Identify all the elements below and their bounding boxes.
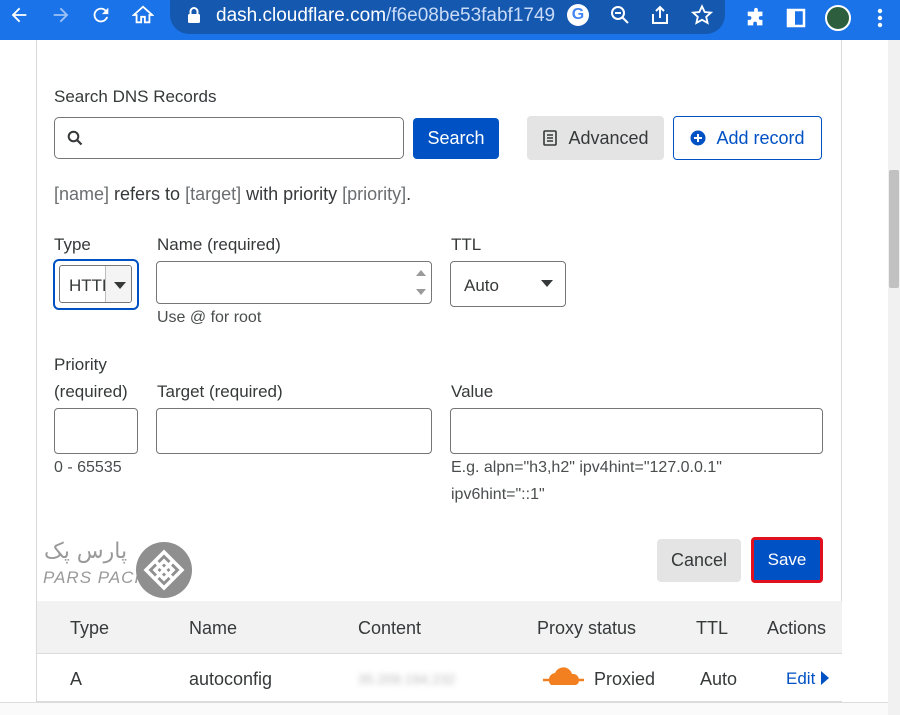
target-label: Target (required) [157, 382, 283, 401]
row-name: autoconfig [189, 669, 273, 689]
back-arrow-icon[interactable] [2, 0, 36, 30]
address-bar[interactable]: dash.cloudflare.com/f6e08be53fabf1749...… [170, 0, 725, 34]
row-content: 35.209.194.232 [358, 671, 456, 687]
type-value: HTTPS [69, 276, 107, 295]
reload-icon[interactable] [84, 0, 118, 30]
save-button[interactable]: Save [751, 537, 823, 583]
url-text: dash.cloudflare.com/f6e08be53fabf1749... [216, 5, 556, 26]
value-input[interactable] [450, 408, 823, 454]
chevron-down-icon [105, 266, 131, 302]
search-icon [67, 130, 83, 146]
search-label: Search DNS Records [54, 87, 217, 106]
parspack-diamond-icon [136, 542, 192, 598]
spin-down-icon [416, 289, 426, 295]
cloud-icon [541, 666, 585, 693]
type-label: Type [54, 235, 91, 254]
value-hint-line1: E.g. alpn="h3,h2" ipv4hint="127.0.0.1" [451, 459, 722, 476]
advanced-button[interactable]: Advanced [527, 116, 664, 160]
profile-avatar[interactable] [824, 4, 852, 32]
more-menu-icon[interactable] [866, 4, 894, 32]
ttl-select[interactable]: Auto [450, 261, 566, 307]
cancel-button[interactable]: Cancel [657, 539, 741, 582]
plus-circle-icon [690, 130, 706, 146]
name-spinner[interactable] [411, 262, 431, 303]
spin-up-icon [416, 270, 426, 276]
advanced-label: Advanced [568, 127, 649, 148]
name-input[interactable] [156, 261, 432, 304]
table-bottom [0, 702, 888, 715]
share-icon[interactable] [647, 2, 673, 28]
parspack-watermark-logo: پارس پک PARS PACK [40, 539, 196, 598]
add-record-label: Add record [716, 127, 805, 148]
document-icon [542, 130, 558, 146]
scrollbar-thumb[interactable] [889, 170, 899, 288]
priority-required-label: (required) [54, 382, 128, 401]
home-icon[interactable] [126, 0, 160, 30]
row-type: A [70, 669, 83, 689]
col-content: Content [358, 618, 422, 638]
ttl-label: TTL [451, 235, 482, 254]
name-hint: Use @ for root [157, 309, 262, 326]
browser-toolbar: dash.cloudflare.com/f6e08be53fabf1749...… [0, 0, 900, 40]
record-syntax-hint: [name] refers to [target] with priority … [54, 184, 412, 204]
target-input[interactable] [156, 408, 432, 454]
table-row[interactable]: A autoconfig 35.209.194.232 Proxied Auto… [37, 654, 842, 702]
records-table-header: Type Name Content Proxy status TTL Actio… [37, 601, 842, 654]
col-type: Type [70, 618, 110, 638]
type-select[interactable]: HTTPS [53, 259, 139, 310]
row-proxy-status: Proxied [594, 669, 656, 689]
col-name: Name [189, 618, 238, 638]
row-ttl: Auto [700, 669, 738, 689]
caret-right-icon [821, 671, 830, 685]
col-actions: Actions [767, 618, 827, 638]
vertical-scrollbar[interactable] [888, 40, 900, 715]
col-ttl: TTL [696, 618, 729, 638]
ttl-value: Auto [464, 276, 499, 295]
priority-label: Priority [54, 355, 107, 374]
search-button[interactable]: Search [413, 118, 499, 159]
search-input[interactable] [54, 117, 404, 159]
extensions-puzzle-icon[interactable] [742, 4, 770, 32]
value-hint-line2: ipv6hint="::1" [451, 486, 545, 503]
google-icon[interactable]: G [565, 2, 591, 28]
side-panel-icon[interactable] [782, 4, 810, 32]
priority-hint: 0 - 65535 [54, 459, 122, 476]
forward-arrow-icon[interactable] [44, 0, 78, 30]
value-label: Value [451, 382, 494, 401]
priority-input[interactable] [54, 408, 138, 454]
bookmark-star-icon[interactable] [689, 2, 715, 28]
chevron-down-icon [541, 280, 553, 287]
col-proxy-status: Proxy status [537, 618, 637, 638]
name-label: Name (required) [157, 235, 281, 254]
lock-icon [188, 7, 200, 23]
edit-link[interactable]: Edit [786, 669, 830, 689]
add-record-button[interactable]: Add record [673, 116, 822, 160]
zoom-icon[interactable] [607, 2, 633, 28]
